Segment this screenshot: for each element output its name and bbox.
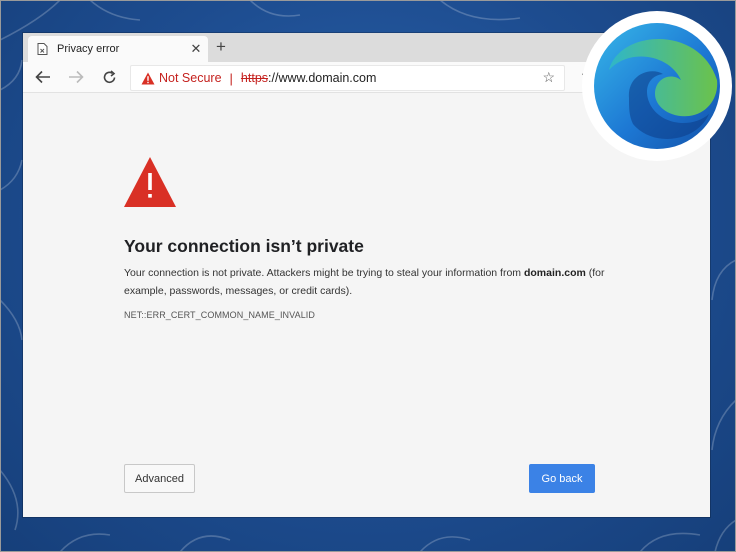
page-title: Your connection isn’t private bbox=[124, 236, 364, 256]
url-scheme: https bbox=[240, 71, 269, 85]
warning-triangle-icon bbox=[123, 156, 177, 213]
advanced-button[interactable]: Advanced bbox=[124, 464, 195, 493]
star-icon[interactable]: ☆ bbox=[542, 69, 555, 86]
address-bar[interactable]: Not Secure | https ://www.domain.com ☆ bbox=[130, 65, 565, 91]
edge-logo-badge bbox=[582, 11, 732, 161]
error-page: Your connection isn’t private Your conne… bbox=[23, 93, 710, 517]
error-description: Your connection is not private. Attacker… bbox=[124, 264, 614, 300]
forward-arrow-icon[interactable] bbox=[65, 67, 87, 87]
page-error-icon bbox=[37, 43, 49, 55]
description-domain: domain.com bbox=[523, 267, 586, 279]
refresh-icon[interactable] bbox=[98, 67, 120, 87]
warning-triangle-icon bbox=[141, 72, 155, 85]
error-code: NET::ERR_CERT_COMMON_NAME_INVALID bbox=[124, 310, 316, 320]
new-tab-button[interactable]: + bbox=[211, 37, 231, 57]
address-separator: | bbox=[229, 70, 233, 86]
url-text: ://www.domain.com bbox=[268, 71, 377, 85]
tab-privacy-error[interactable]: Privacy error ✕ bbox=[28, 36, 208, 62]
not-secure-label: Not Secure bbox=[159, 71, 222, 85]
go-back-button[interactable]: Go back bbox=[529, 464, 595, 493]
back-arrow-icon[interactable] bbox=[32, 67, 54, 87]
edge-logo-icon bbox=[594, 23, 720, 149]
description-text: Your connection is not private. Attacker… bbox=[124, 267, 524, 279]
tab-close-icon[interactable]: ✕ bbox=[188, 41, 204, 57]
tab-title: Privacy error bbox=[57, 43, 120, 55]
